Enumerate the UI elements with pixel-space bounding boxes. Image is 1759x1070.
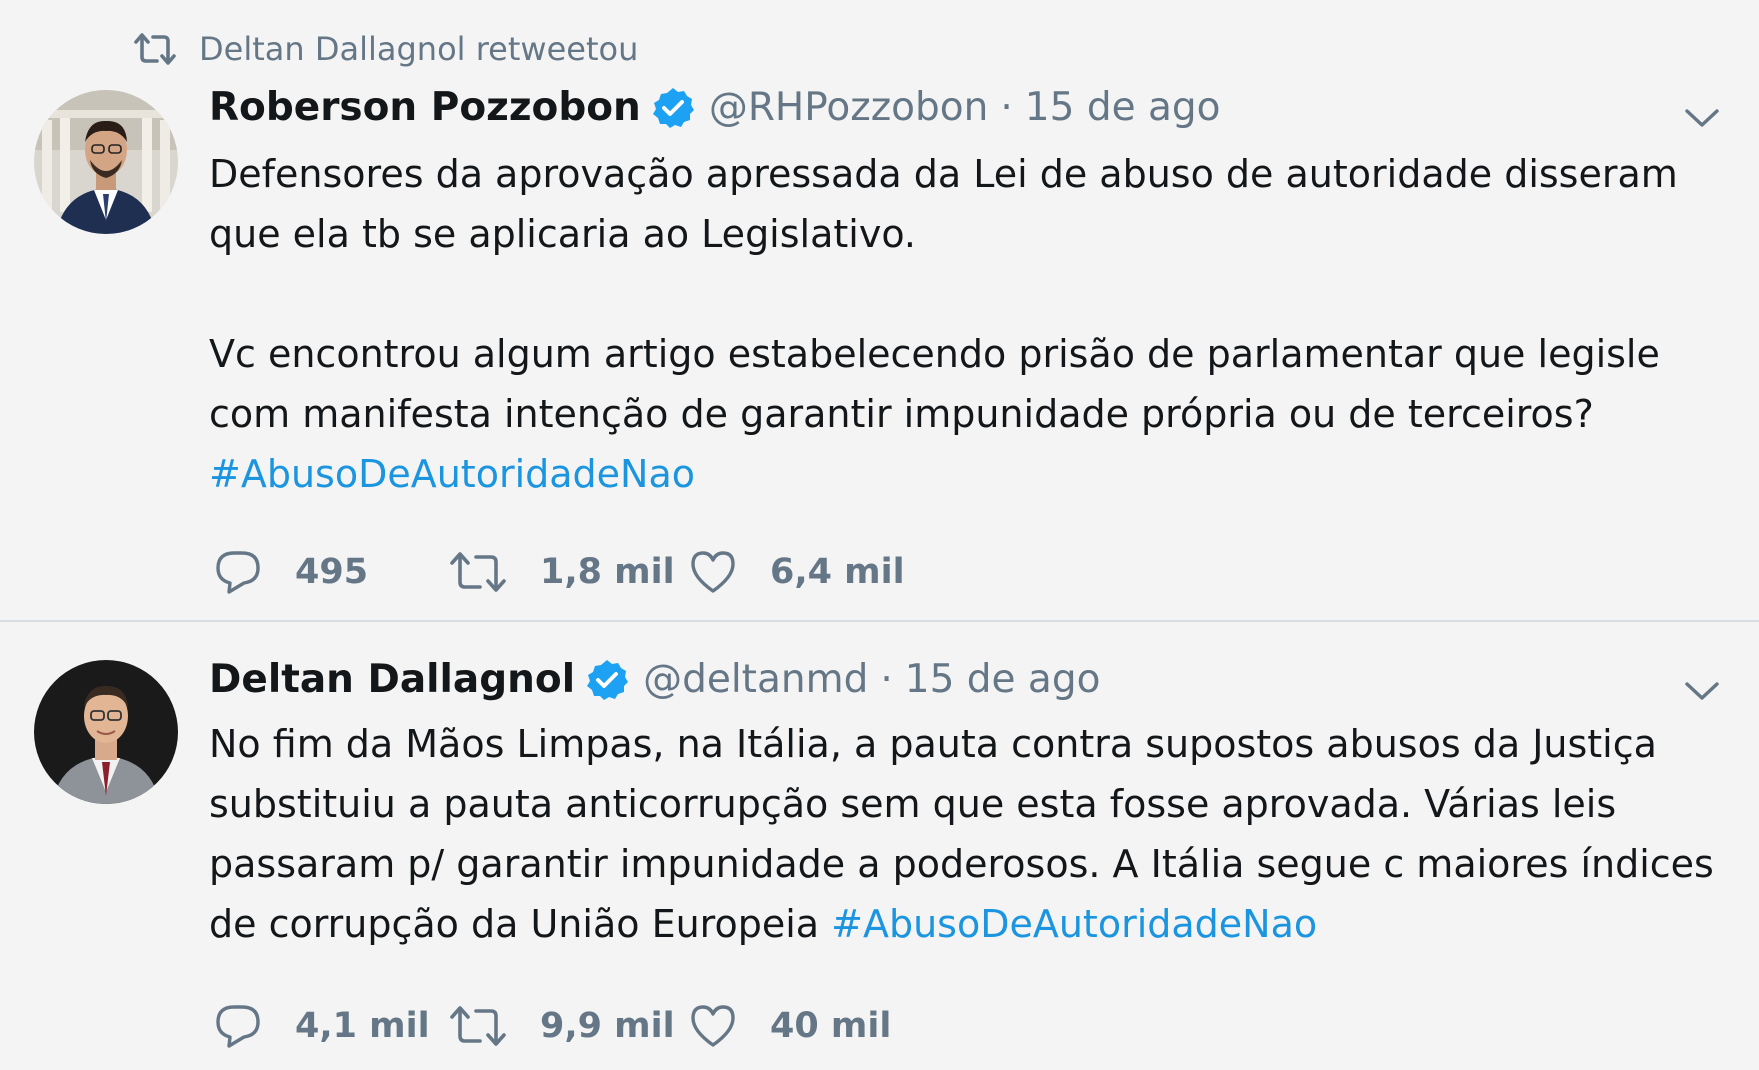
tweet-header: Deltan Dallagnol @deltanmd · 15 de ago bbox=[209, 657, 1100, 702]
tweet[interactable]: Roberson Pozzobon @RHPozzobon · 15 de ag… bbox=[0, 0, 1759, 622]
chevron-down-icon[interactable] bbox=[1682, 102, 1722, 132]
reply-button[interactable]: 4,1 mil bbox=[214, 1002, 449, 1050]
hashtag-link[interactable]: #AbusoDeAutoridadeNao bbox=[831, 902, 1317, 946]
reply-button[interactable]: 495 bbox=[214, 548, 449, 596]
like-count: 40 mil bbox=[770, 1006, 892, 1046]
display-name[interactable]: Deltan Dallagnol bbox=[209, 657, 575, 702]
tweet-paragraph: Vc encontrou algum artigo estabelecendo … bbox=[209, 332, 1660, 436]
verified-badge-icon bbox=[651, 86, 695, 130]
like-count: 6,4 mil bbox=[770, 552, 905, 592]
timeline-feed: Deltan Dallagnol retweetou Roberson Pozz… bbox=[0, 0, 1759, 1070]
tweet-text: No fim da Mãos Limpas, na Itália, a paut… bbox=[209, 714, 1739, 954]
tweet-timestamp[interactable]: 15 de ago bbox=[1025, 85, 1221, 130]
user-handle[interactable]: @RHPozzobon bbox=[709, 85, 989, 130]
like-button[interactable]: 40 mil bbox=[689, 1003, 891, 1049]
reply-icon bbox=[214, 1002, 262, 1050]
like-icon bbox=[689, 1003, 737, 1049]
tweet-actions: 4,1 mil 9,9 mil 40 mil bbox=[214, 1002, 891, 1050]
like-icon bbox=[689, 549, 737, 595]
chevron-down-icon[interactable] bbox=[1682, 675, 1722, 705]
tweet-timestamp[interactable]: 15 de ago bbox=[905, 657, 1101, 702]
verified-badge-icon bbox=[585, 658, 629, 702]
reply-icon bbox=[214, 548, 262, 596]
tweet-header: Roberson Pozzobon @RHPozzobon · 15 de ag… bbox=[209, 85, 1220, 130]
display-name[interactable]: Roberson Pozzobon bbox=[209, 85, 641, 130]
hashtag-link[interactable]: #AbusoDeAutoridadeNao bbox=[209, 444, 1739, 504]
separator-dot: · bbox=[880, 657, 893, 702]
retweet-count: 1,8 mil bbox=[540, 552, 675, 592]
avatar[interactable] bbox=[34, 660, 178, 804]
avatar[interactable] bbox=[34, 90, 178, 234]
retweet-button[interactable]: 1,8 mil bbox=[449, 550, 689, 594]
reply-count: 4,1 mil bbox=[295, 1006, 430, 1046]
like-button[interactable]: 6,4 mil bbox=[689, 549, 905, 595]
retweet-icon bbox=[449, 1004, 507, 1048]
tweet-paragraph: Defensores da aprovação apressada da Lei… bbox=[209, 152, 1678, 256]
tweet-actions: 495 1,8 mil 6,4 mil bbox=[214, 548, 905, 596]
tweet[interactable]: Deltan Dallagnol @deltanmd · 15 de ago N… bbox=[0, 622, 1759, 1070]
user-handle[interactable]: @deltanmd bbox=[643, 657, 868, 702]
retweet-count: 9,9 mil bbox=[540, 1006, 675, 1046]
reply-count: 495 bbox=[295, 552, 369, 592]
retweet-icon bbox=[449, 550, 507, 594]
separator-dot: · bbox=[1000, 85, 1013, 130]
tweet-text: Defensores da aprovação apressada da Lei… bbox=[209, 144, 1739, 504]
retweet-button[interactable]: 9,9 mil bbox=[449, 1004, 689, 1048]
